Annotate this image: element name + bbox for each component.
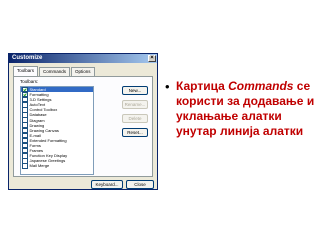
dialog-title: Customize — [12, 55, 43, 61]
checkbox[interactable] — [22, 163, 28, 169]
bullet-text: Картица Commands се користи за додавање … — [176, 79, 320, 139]
bullet-icon: • — [165, 79, 170, 94]
rename-button[interactable]: Rename... — [122, 100, 148, 109]
toolbars-tab-panel: Toolbars: Standard Formatting 3-D Settings… — [13, 76, 153, 177]
close-icon[interactable]: × — [148, 55, 156, 62]
toolbars-label: Toolbars: — [20, 79, 39, 84]
tab-commands[interactable]: Commands — [39, 67, 71, 76]
bullet-text-emphasis: Commands — [228, 79, 294, 93]
reset-button[interactable]: Reset... — [122, 128, 148, 137]
keyboard-button[interactable]: Keyboard... — [91, 180, 123, 189]
tab-options[interactable]: Options — [71, 67, 95, 76]
tab-toolbars[interactable]: Toolbars — [13, 66, 39, 76]
delete-button[interactable]: Delete — [122, 114, 148, 123]
customize-dialog: Customize × Toolbars Commands Options To… — [8, 53, 158, 190]
new-button[interactable]: New... — [122, 86, 148, 95]
toolbars-list[interactable]: Standard Formatting 3-D Settings AutoText Co… — [20, 86, 94, 175]
tab-strip: Toolbars Commands Options — [13, 66, 96, 76]
list-item[interactable]: Mail Merge — [21, 163, 93, 169]
close-button[interactable]: Close — [126, 180, 154, 189]
dialog-title-bar[interactable]: Customize × — [9, 54, 157, 63]
list-item-label: Mail Merge — [29, 163, 50, 169]
bullet-text-prefix: Картица — [176, 79, 229, 93]
